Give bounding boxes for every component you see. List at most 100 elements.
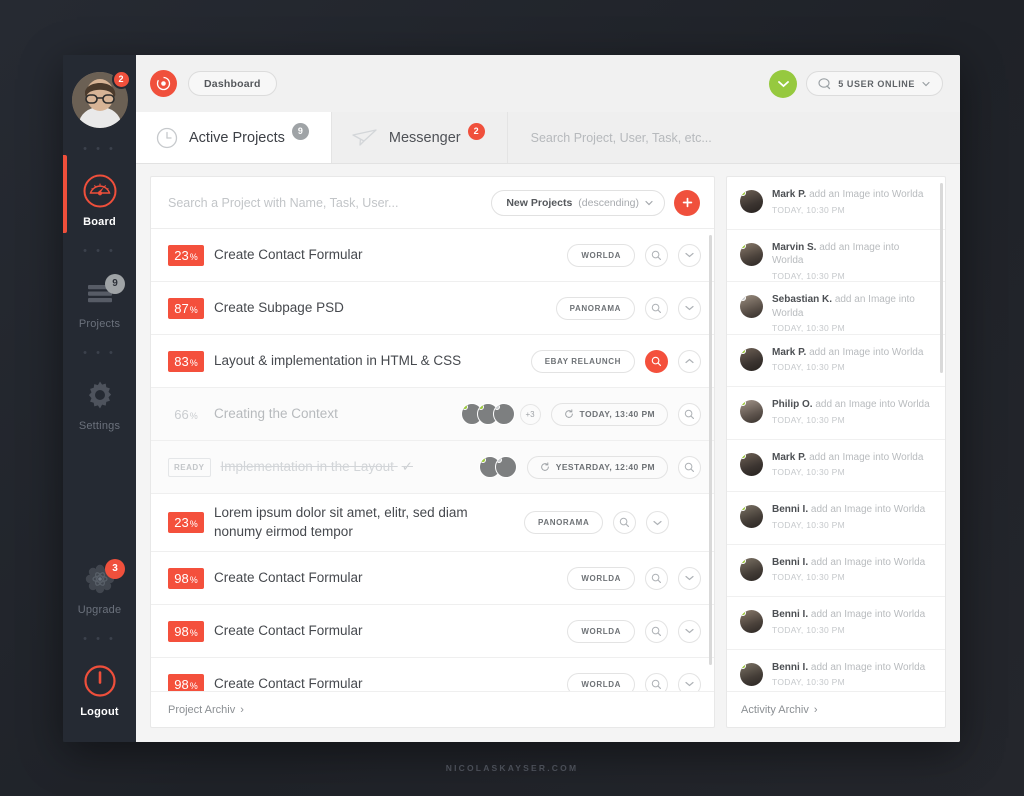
project-time[interactable]: YESTARDAY, 12:40 PM: [526, 455, 668, 479]
projects-search-input[interactable]: [168, 195, 492, 210]
project-tag[interactable]: WORLDA: [567, 566, 635, 590]
table-row[interactable]: 87% Create Subpage PSD PANORAMA: [151, 282, 714, 335]
project-archive-link[interactable]: Project Archiv ›: [151, 691, 714, 727]
row-expand-button[interactable]: [678, 566, 701, 590]
global-search-input[interactable]: [530, 130, 960, 145]
activity-text: Sebastian K. add an Image into Worlda: [772, 293, 933, 320]
online-dot: [740, 190, 746, 196]
project-tag[interactable]: PANORAMA: [524, 511, 604, 534]
sort-dropdown[interactable]: New Projects (descending): [491, 189, 665, 216]
list-item[interactable]: Mark P. add an Image into Worlda TODAY, …: [727, 440, 945, 492]
list-item[interactable]: Benni I. add an Image into Worlda TODAY,…: [727, 545, 945, 597]
avatar[interactable]: [740, 295, 763, 318]
global-search[interactable]: [507, 112, 960, 163]
avatar-group[interactable]: +3: [460, 403, 541, 425]
users-online-dropdown[interactable]: 5 USER ONLINE: [806, 71, 943, 96]
avatar[interactable]: [740, 452, 763, 476]
table-row[interactable]: 98% Create Contact Formular WORLDA: [151, 658, 714, 691]
table-row[interactable]: 23% Lorem ipsum dolor sit amet, elitr, s…: [151, 494, 714, 552]
breadcrumb[interactable]: Dashboard: [188, 71, 277, 96]
activity-list[interactable]: Mark P. add an Image into Worlda TODAY, …: [727, 177, 945, 691]
chevron-down-icon: [685, 681, 694, 687]
activity-archive-link[interactable]: Activity Archiv ›: [727, 691, 945, 727]
project-tag[interactable]: WORLDA: [567, 672, 635, 691]
activity-time: TODAY, 10:30 PM: [772, 572, 846, 582]
table-row[interactable]: READY Implementation in the Layout ✓ YES…: [151, 441, 714, 494]
list-item[interactable]: Sebastian K. add an Image into Worlda TO…: [727, 282, 945, 335]
avatar[interactable]: [740, 190, 763, 213]
row-expand-button[interactable]: [678, 296, 701, 320]
gauge-icon: [63, 172, 136, 210]
add-project-button[interactable]: [674, 189, 700, 216]
activity-body: Benni I. add an Image into Worlda TODAY,…: [772, 556, 925, 583]
avatar[interactable]: [740, 610, 763, 633]
row-expand-button[interactable]: [678, 672, 701, 691]
list-item[interactable]: Mark P. add an Image into Worlda TODAY, …: [727, 335, 945, 387]
list-item[interactable]: Benni I. add an Image into Worlda TODAY,…: [727, 597, 945, 650]
sidebar-item-upgrade[interactable]: 3 Upgrade: [63, 557, 136, 618]
row-search-button[interactable]: [645, 243, 668, 267]
project-tag[interactable]: PANORAMA: [555, 296, 635, 320]
table-row[interactable]: 83% Layout & implementation in HTML & CS…: [151, 335, 714, 388]
row-expand-button[interactable]: [678, 619, 701, 643]
sidebar-item-logout[interactable]: Logout: [63, 659, 136, 720]
avatar[interactable]: [740, 400, 763, 423]
activity-scrollbar[interactable]: [940, 183, 943, 373]
avatar-notification-badge[interactable]: 2: [111, 70, 131, 89]
sidebar-item-projects[interactable]: 9 Projects: [63, 271, 136, 332]
row-expand-button[interactable]: [678, 243, 701, 267]
online-dot: [740, 557, 746, 564]
tab-messenger[interactable]: Messenger 2: [332, 112, 508, 163]
avatar[interactable]: [494, 456, 517, 478]
sort-secondary-label: (descending): [578, 196, 639, 209]
avatar[interactable]: [740, 242, 763, 266]
projects-list[interactable]: 23% Create Contact Formular WORLDA 87% C…: [151, 229, 714, 691]
notifications-toggle-button[interactable]: [769, 69, 798, 98]
project-tag[interactable]: WORLDA: [567, 619, 635, 643]
tab-active-projects[interactable]: Active Projects 9: [136, 112, 332, 163]
list-item[interactable]: Philip O. add an Image into Worlda TODAY…: [727, 387, 945, 440]
project-title: Implementation in the Layout ✓: [221, 458, 469, 476]
avatar-overflow-count[interactable]: +3: [519, 403, 541, 425]
table-row[interactable]: 23% Create Contact Formular WORLDA: [151, 229, 714, 282]
projects-scrollbar[interactable]: [709, 235, 712, 665]
project-time-label: YESTARDAY, 12:40 PM: [555, 462, 655, 472]
row-search-button[interactable]: [678, 402, 701, 426]
list-item[interactable]: Marvin S. add an Image into Worlda TODAY…: [727, 230, 945, 282]
row-collapse-button[interactable]: [678, 349, 701, 373]
user-avatar-wrap[interactable]: 2: [71, 70, 131, 128]
app-logo[interactable]: [150, 70, 177, 97]
project-title: Create Contact Formular: [214, 569, 363, 585]
chevron-down-icon: [685, 628, 694, 634]
row-search-button[interactable]: [645, 566, 668, 590]
project-time[interactable]: TODAY, 13:40 PM: [550, 402, 668, 426]
row-expand-button[interactable]: [646, 511, 670, 534]
sort-primary-label: New Projects: [506, 196, 573, 209]
sidebar-divider-1: • • •: [83, 143, 116, 155]
avatar[interactable]: [740, 662, 763, 686]
project-tag[interactable]: EBAY RELAUNCH: [530, 349, 635, 373]
avatar-group[interactable]: [478, 456, 517, 478]
row-search-button[interactable]: [645, 349, 668, 373]
avatar[interactable]: [740, 505, 763, 528]
avatar[interactable]: [492, 403, 515, 425]
list-item[interactable]: Benni I. add an Image into Worlda TODAY,…: [727, 650, 945, 692]
avatar[interactable]: [740, 557, 763, 581]
target-icon: [156, 76, 171, 91]
row-search-button[interactable]: [678, 455, 701, 479]
row-search-button[interactable]: [645, 296, 668, 320]
row-search-button[interactable]: [645, 619, 668, 643]
sidebar-item-board[interactable]: Board: [63, 155, 136, 233]
list-item[interactable]: Benni I. add an Image into Worlda TODAY,…: [727, 492, 945, 545]
project-tag[interactable]: WORLDA: [567, 243, 635, 267]
list-item[interactable]: Mark P. add an Image into Worlda TODAY, …: [727, 177, 945, 230]
table-row[interactable]: 66% Creating the Context +3 TODAY, 13:40…: [151, 388, 714, 441]
activity-text: Marvin S. add an Image into Worlda: [772, 241, 933, 268]
avatar[interactable]: [740, 347, 763, 371]
sidebar-item-settings[interactable]: Settings: [63, 373, 136, 434]
row-search-button[interactable]: [645, 672, 668, 691]
row-search-button[interactable]: [613, 511, 637, 534]
table-row[interactable]: 98% Create Contact Formular WORLDA: [151, 552, 714, 605]
table-row[interactable]: 98% Create Contact Formular WORLDA: [151, 605, 714, 658]
activity-action: add an Image into Worlda: [810, 661, 926, 673]
